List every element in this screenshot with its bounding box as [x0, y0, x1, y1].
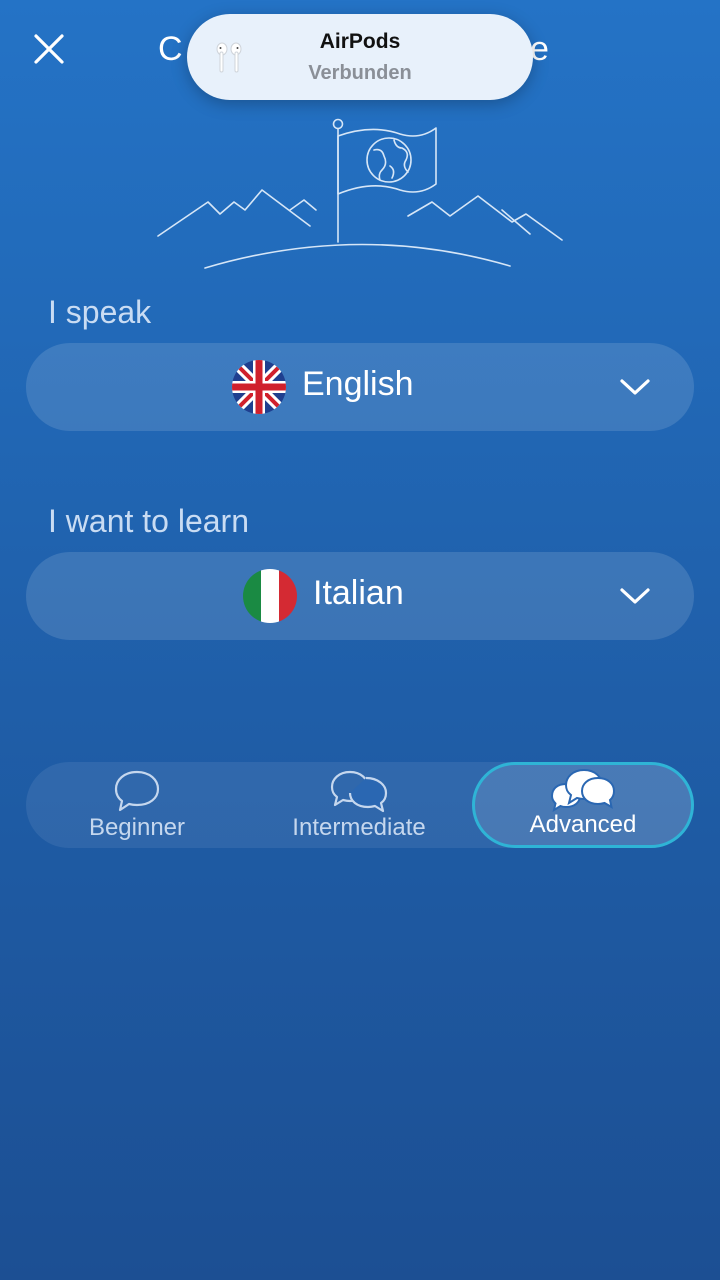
uk-flag-icon: [232, 360, 286, 414]
level-advanced-label: Advanced: [529, 811, 637, 838]
learn-label: I want to learn: [48, 503, 249, 539]
level-beginner-label: Beginner: [88, 814, 186, 841]
learn-language-name: Italian: [313, 574, 404, 612]
speak-label: I speak: [48, 294, 152, 330]
level-beginner[interactable]: Beginner: [26, 762, 248, 848]
level-advanced[interactable]: Advanced: [472, 762, 694, 848]
level-intermediate-label: Intermediate: [292, 814, 426, 841]
close-button[interactable]: [30, 30, 70, 70]
level-selector: Beginner Intermediate Advanced: [26, 762, 694, 848]
speak-language-name: English: [302, 365, 414, 403]
chevron-down-icon: [620, 379, 650, 395]
italy-flag-icon: [243, 569, 297, 623]
close-icon: [34, 34, 64, 64]
toast-title: AirPods: [319, 30, 401, 53]
toast-subtitle: Verbunden: [308, 62, 412, 84]
page-title-left: C: [158, 30, 183, 68]
chevron-down-icon: [620, 588, 650, 604]
triple-bubble-icon: [550, 768, 616, 813]
level-intermediate[interactable]: Intermediate: [248, 762, 470, 848]
single-bubble-icon: [114, 770, 160, 812]
learn-language-select[interactable]: Italian: [26, 552, 694, 640]
mountain-flag-illustration: [157, 118, 563, 269]
speak-language-select[interactable]: English: [26, 343, 694, 431]
double-bubble-icon: [330, 770, 388, 813]
airpods-toast[interactable]: AirPods Verbunden: [187, 14, 533, 100]
